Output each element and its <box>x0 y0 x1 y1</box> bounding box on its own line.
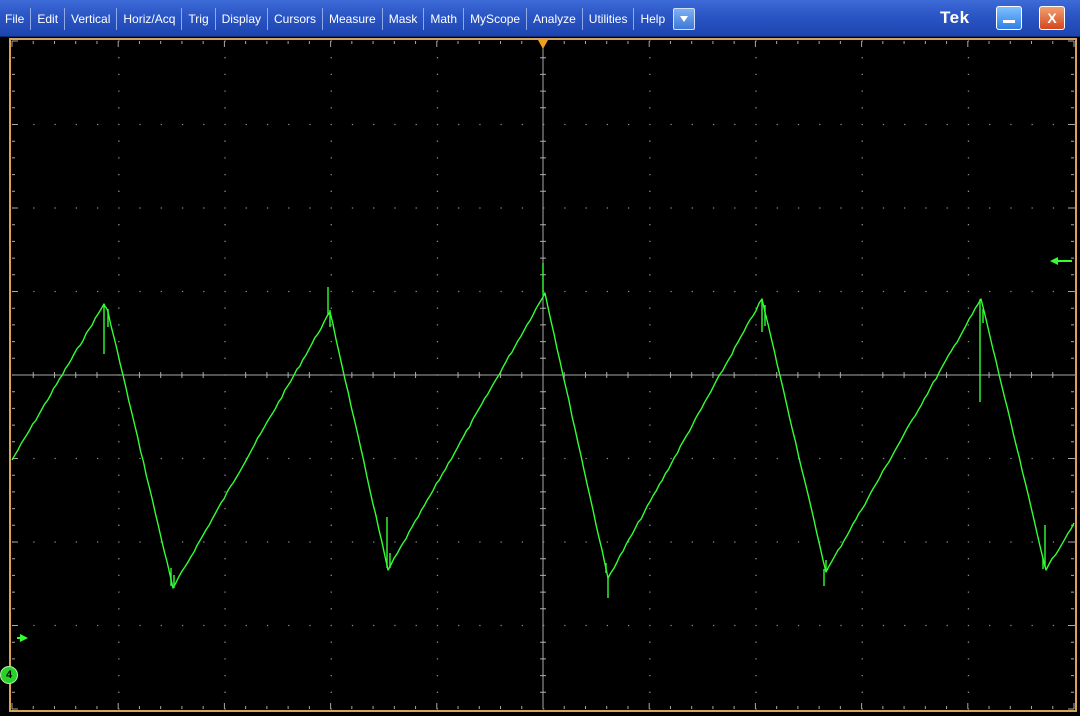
menu-item-math[interactable]: Math <box>424 7 465 30</box>
menu-item-vertical[interactable]: Vertical <box>65 7 118 30</box>
menu-item-horiz-acq[interactable]: Horiz/Acq <box>117 7 183 30</box>
minimize-icon <box>1003 20 1015 23</box>
menu-item-edit[interactable]: Edit <box>31 7 66 30</box>
menu-item-display[interactable]: Display <box>216 7 268 30</box>
brand-logo: Tek <box>940 8 970 27</box>
trigger-level-marker <box>1050 257 1058 265</box>
menu-item-mask[interactable]: Mask <box>383 7 425 30</box>
menu-items: File Edit Vertical Horiz/Acq Trig Display Curs… <box>0 0 696 37</box>
trigger-position-marker <box>538 40 548 49</box>
menu-dropdown-button[interactable] <box>673 7 696 30</box>
menu-item-cursors[interactable]: Cursors <box>268 7 324 30</box>
menu-bar: File Edit Vertical Horiz/Acq Trig Display Curs… <box>0 0 1080 37</box>
menu-item-utilities[interactable]: Utilities <box>583 7 635 30</box>
chevron-down-icon <box>680 15 689 22</box>
menu-item-file[interactable]: File <box>0 7 32 30</box>
minimize-button[interactable] <box>996 6 1022 30</box>
waveform-display[interactable]: 4 <box>0 37 1080 716</box>
channel-4-marker[interactable]: 4 <box>0 666 18 684</box>
graticule <box>9 38 1077 712</box>
menu-item-myscope[interactable]: MyScope <box>464 7 528 30</box>
oscilloscope-app: File Edit Vertical Horiz/Acq Trig Display Curs… <box>0 0 1080 716</box>
menu-item-help[interactable]: Help <box>634 8 671 30</box>
close-button[interactable]: X <box>1039 6 1065 30</box>
ch4-glitches <box>103 263 1046 598</box>
menu-item-trig[interactable]: Trig <box>182 7 216 30</box>
menu-item-analyze[interactable]: Analyze <box>527 7 583 30</box>
menu-item-measure[interactable]: Measure <box>323 7 383 30</box>
